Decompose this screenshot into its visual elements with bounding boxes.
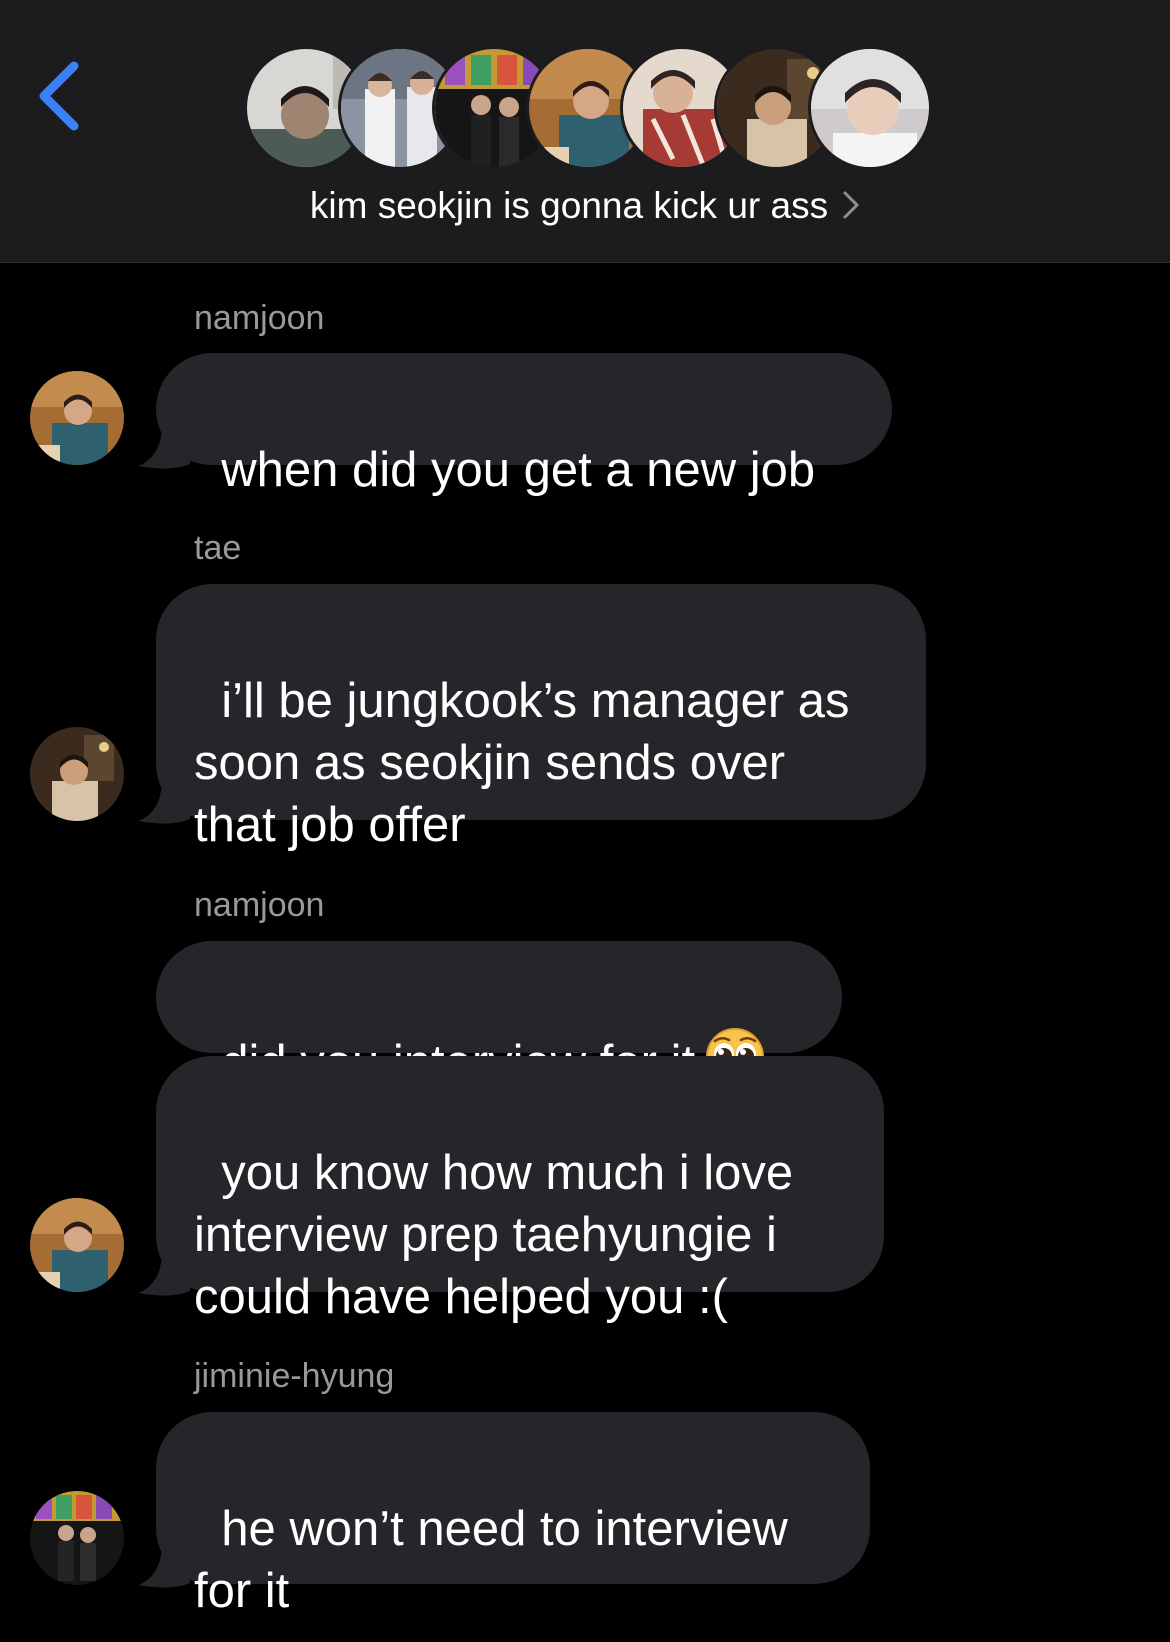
bubble-tail — [138, 428, 190, 469]
participant-avatar-7[interactable] — [808, 46, 932, 170]
sender-name: jiminie-hyung — [194, 1357, 395, 1395]
avatar-namjoon[interactable] — [30, 371, 124, 465]
message-bubble[interactable]: did you interview for it — [156, 941, 842, 1090]
sender-name: tae — [194, 529, 242, 567]
bubble-tail — [138, 1255, 190, 1296]
avatar-namjoon[interactable] — [30, 1198, 124, 1292]
group-title-button[interactable]: kim seokjin is gonna kick ur ass — [0, 182, 1170, 230]
bubble-tail — [138, 783, 190, 824]
message-bubble[interactable]: he won’t need to interview for it — [156, 1412, 870, 1618]
bubble-tail — [138, 1547, 190, 1588]
message-bubble[interactable]: i’ll be jungkook’s manager as soon as se… — [156, 584, 926, 852]
avatar-tae[interactable] — [30, 727, 124, 821]
message-text: when did you get a new job — [221, 443, 816, 497]
message-bubble[interactable]: when did you get a new job — [156, 353, 892, 497]
message-text: he won’t need to interview for it — [194, 1502, 788, 1618]
message-bubble[interactable]: you know how much i love interview prep … — [156, 1056, 884, 1324]
message-text: you know how much i love interview prep … — [194, 1146, 794, 1324]
sender-name: namjoon — [194, 886, 325, 924]
sender-name: namjoon — [194, 299, 325, 337]
chevron-right-icon — [843, 191, 859, 219]
conversation-header: kim seokjin is gonna kick ur ass — [0, 0, 1170, 263]
chevron-left-icon — [39, 61, 79, 131]
avatar-jiminie-hyung[interactable] — [30, 1491, 124, 1585]
back-button[interactable] — [34, 58, 90, 134]
group-title: kim seokjin is gonna kick ur ass — [309, 185, 829, 226]
message-text: i’ll be jungkook’s manager as soon as se… — [194, 674, 850, 852]
